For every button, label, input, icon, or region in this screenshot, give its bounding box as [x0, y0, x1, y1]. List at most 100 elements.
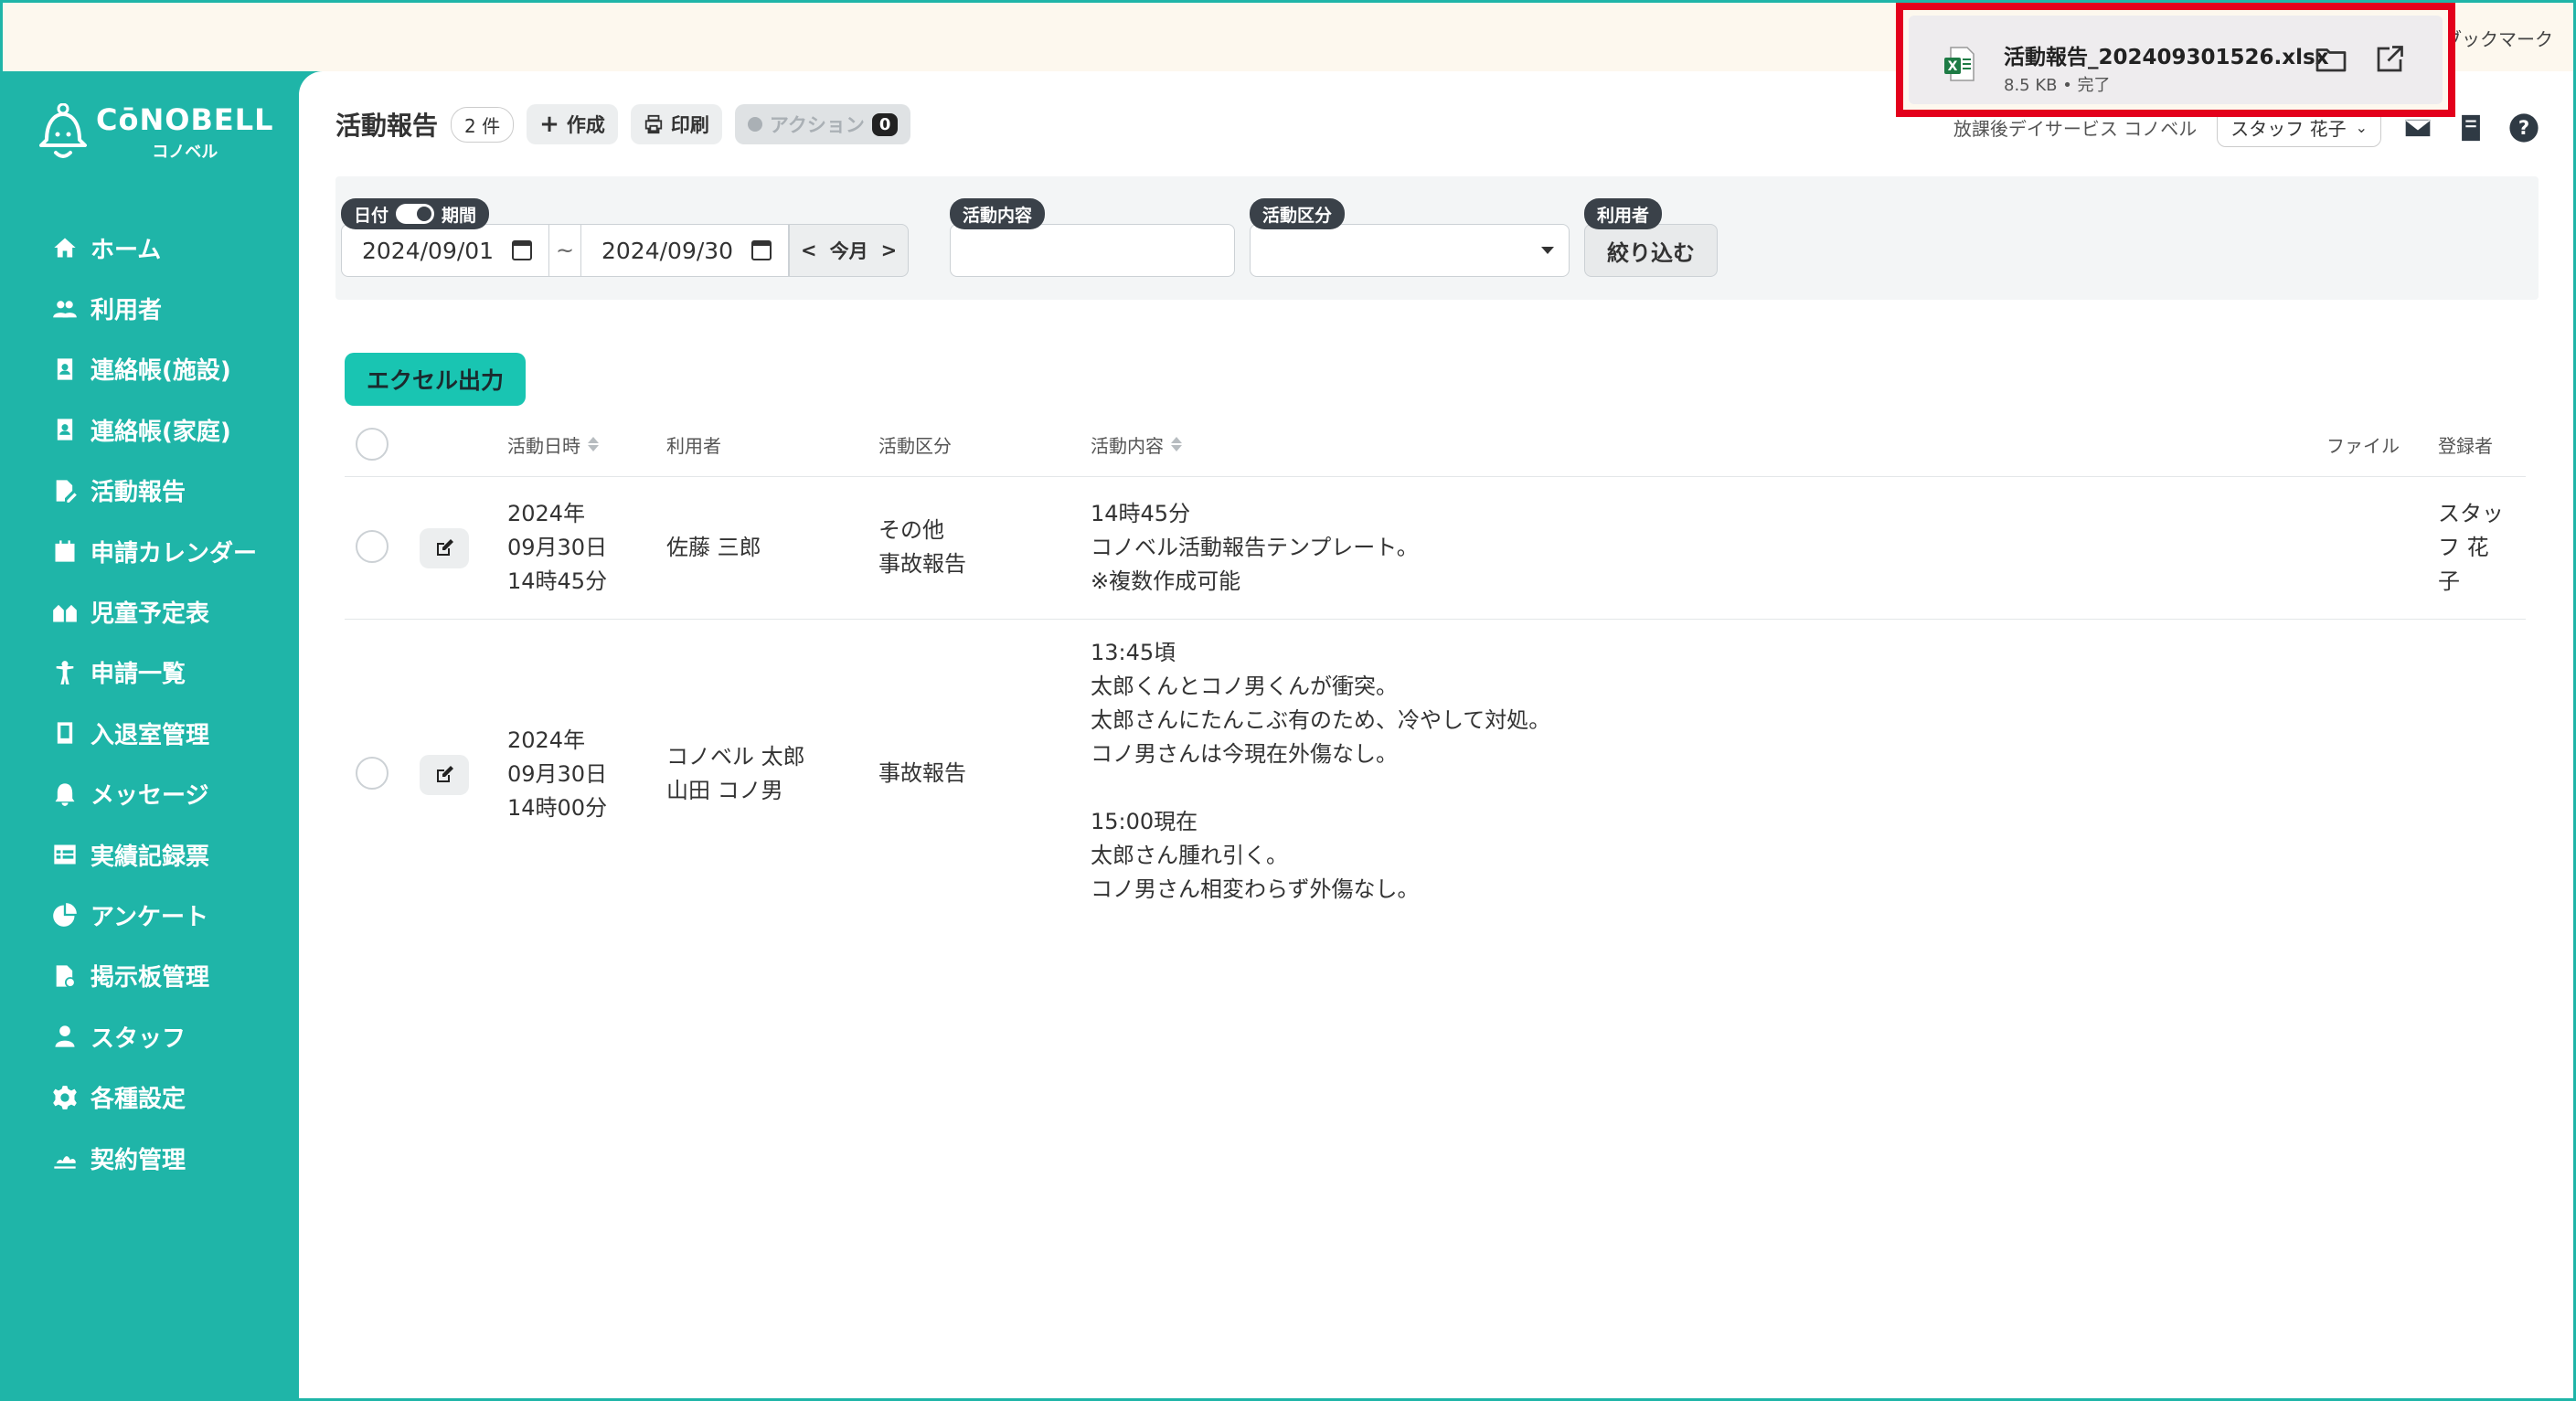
row-content: 13:45頃 太郎くんとコノ男くんが衝突。 太郎さんにたんこぶ有のため、冷やして…	[1091, 636, 1550, 907]
sidebar-item-label: 実績記録票	[90, 843, 210, 871]
filter-panel: 日付 期間 2024/09/01 ~ 2024/09/30 < 今月 > 活動内…	[335, 176, 2539, 300]
sidebar-item-users[interactable]: 利用者	[3, 278, 299, 338]
content-line: 14時45分	[1091, 501, 1191, 526]
row-checkbox[interactable]	[356, 757, 389, 790]
excel-file-icon: X	[1944, 47, 1975, 81]
sidebar-item-application-list[interactable]: 申請一覧	[3, 642, 299, 703]
create-button[interactable]: + 作成	[527, 104, 618, 144]
content-line: コノベル活動報告テンプレート。	[1091, 535, 1419, 560]
content-filter-input[interactable]	[950, 224, 1235, 277]
this-month-button[interactable]: 今月	[830, 237, 868, 264]
sidebar-item-application-calendar[interactable]: 申請カレンダー	[3, 521, 299, 581]
sidebar-item-contact-facility[interactable]: 連絡帳(施設)	[3, 339, 299, 399]
users-icon	[50, 294, 80, 324]
datetime-line: 09月30日	[507, 761, 608, 787]
manual-book-icon[interactable]	[2454, 111, 2487, 144]
column-registrant: 登録者	[2438, 434, 2493, 457]
category-line: その他	[878, 517, 944, 543]
row-checkbox[interactable]	[356, 530, 389, 563]
sidebar-item-board[interactable]: 掲示板管理	[3, 946, 299, 1006]
sort-icon	[1171, 437, 1182, 451]
brand-logo[interactable]: CōNOBELL コノベル	[37, 102, 273, 163]
plus-icon: +	[539, 111, 559, 138]
date-from-input[interactable]: 2024/09/01	[341, 224, 549, 277]
sidebar-item-contract[interactable]: 契約管理	[3, 1128, 299, 1188]
caret-down-icon	[1541, 247, 1554, 254]
contact-book-icon	[50, 355, 80, 384]
download-file-name[interactable]: 活動報告_202409301526.xlsx	[2004, 39, 2329, 70]
column-file: ファイル	[2326, 434, 2400, 457]
calendar-icon[interactable]	[512, 240, 532, 260]
column-content[interactable]: 活動内容	[1091, 411, 1182, 477]
sidebar-item-activity-report[interactable]: 活動報告	[3, 461, 299, 521]
edit-icon	[437, 539, 453, 556]
table-row[interactable]: 2024年 09月30日 14時45分 佐藤 三郎 その他 事故報告 14時45…	[345, 477, 2526, 620]
sidebar-item-staff[interactable]: スタッフ	[3, 1006, 299, 1067]
edit-button[interactable]	[420, 755, 469, 795]
sidebar-item-entry-exit[interactable]: 入退室管理	[3, 703, 299, 763]
column-category: 活動区分	[878, 434, 952, 457]
datetime-line: 14時45分	[507, 568, 608, 594]
action-button[interactable]: アクション 0	[734, 104, 911, 144]
datetime-line: 2024年	[507, 727, 586, 753]
category-filter-label: 活動区分	[1250, 198, 1346, 229]
sidebar-item-label: ホーム	[90, 236, 162, 264]
gear-icon	[50, 1083, 80, 1112]
open-external-icon[interactable]	[2373, 43, 2410, 80]
logo-subtitle: コノベル	[152, 143, 218, 162]
row-user: コノベル 太郎 山田 コノ男	[666, 740, 805, 808]
sidebar-item-home[interactable]: ホーム	[3, 218, 299, 278]
user-filter: 利用者 絞り込む	[1584, 198, 1730, 277]
narrow-button[interactable]: 絞り込む	[1584, 224, 1718, 277]
sidebar-item-survey[interactable]: アンケート	[3, 885, 299, 945]
sort-icon	[588, 437, 599, 451]
action-button-label: アクション	[769, 114, 865, 136]
calendar-icon[interactable]	[751, 240, 772, 260]
date-label: 日付	[354, 205, 389, 226]
help-icon[interactable]: ?	[2507, 111, 2540, 144]
board-icon	[50, 961, 80, 991]
sidebar-item-contact-home[interactable]: 連絡帳(家庭)	[3, 399, 299, 460]
download-popup: X 活動報告_202409301526.xlsx 8.5 KB • 完了	[1896, 3, 2455, 117]
table-row[interactable]: 2024年 09月30日 14時00分 コノベル 太郎 山田 コノ男 事故報告 …	[345, 620, 2526, 930]
sidebar-item-settings[interactable]: 各種設定	[3, 1067, 299, 1127]
row-datetime: 2024年 09月30日 14時45分	[507, 497, 607, 599]
chevron-right-icon[interactable]: >	[881, 239, 898, 261]
category-select[interactable]	[1250, 224, 1570, 277]
user-filter-label: 利用者	[1584, 198, 1663, 229]
column-datetime[interactable]: 活動日時	[507, 411, 599, 477]
sidebar-item-label: 利用者	[90, 297, 163, 325]
registrant-line: 子	[2438, 568, 2460, 594]
print-button[interactable]: 印刷	[630, 104, 722, 144]
bell-logo-icon	[37, 102, 89, 162]
sidebar-item-performance-record[interactable]: 実績記録票	[3, 824, 299, 885]
date-to-input[interactable]: 2024/09/30	[580, 224, 789, 277]
column-datetime-label: 活動日時	[507, 434, 580, 457]
date-period-toggle[interactable]	[396, 204, 435, 224]
row-category: 事故報告	[878, 757, 966, 791]
registrant-line: フ 花	[2438, 535, 2489, 560]
registrant-line: スタッ	[2438, 501, 2504, 526]
facility-name[interactable]: 放課後デイサービス コノベル	[1953, 114, 2197, 141]
edit-button[interactable]	[420, 528, 469, 568]
download-item[interactable]: X 活動報告_202409301526.xlsx 8.5 KB • 完了	[1909, 16, 2443, 104]
sidebar: CōNOBELL コノベル ホーム 利用者 連絡帳(施設) 連絡帳(家庭) 活動…	[3, 71, 299, 1398]
schedule-icon	[50, 598, 80, 627]
sidebar-item-child-schedule[interactable]: 児童予定表	[3, 581, 299, 642]
svg-text:X: X	[1948, 59, 1958, 74]
folder-icon[interactable]	[2315, 43, 2351, 80]
chevron-left-icon[interactable]: <	[801, 239, 817, 261]
printer-icon	[644, 114, 663, 134]
page-title: 活動報告	[335, 111, 439, 141]
select-all-checkbox[interactable]	[356, 428, 389, 461]
row-registrant: スタッ フ 花 子	[2438, 497, 2504, 599]
content-line: 13:45頃	[1091, 640, 1176, 665]
sidebar-item-messages[interactable]: メッセージ	[3, 764, 299, 824]
row-category: その他 事故報告	[878, 514, 966, 581]
excel-export-button[interactable]: エクセル出力	[345, 353, 527, 406]
content-line	[1091, 771, 1550, 805]
sidebar-item-label: 入退室管理	[90, 721, 210, 749]
datetime-line: 14時00分	[507, 795, 608, 821]
tablet-icon	[50, 718, 80, 748]
sidebar-item-label: 掲示板管理	[90, 964, 210, 992]
